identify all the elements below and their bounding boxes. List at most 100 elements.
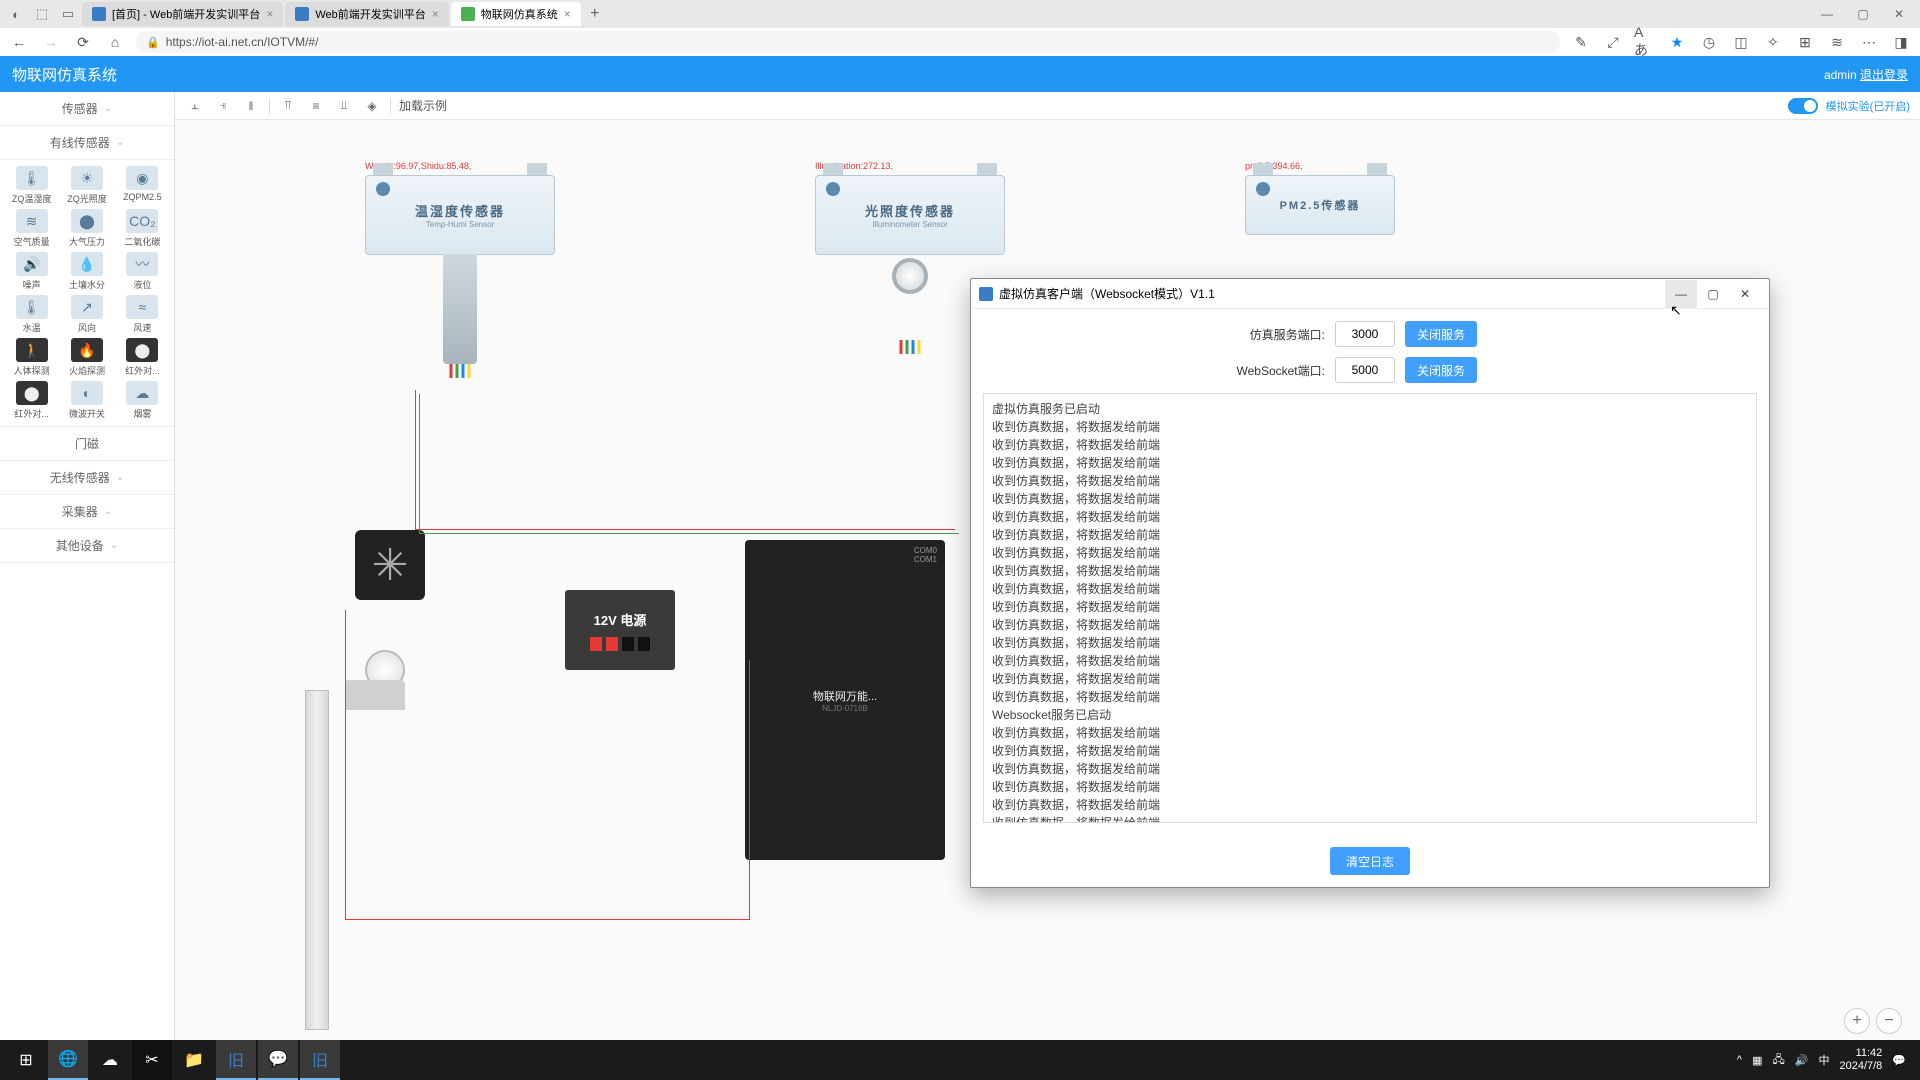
tray-people-icon[interactable]: ▦ <box>1752 1054 1762 1067</box>
sensor-item[interactable]: ☀ZQ光照度 <box>61 166 112 205</box>
modal-maximize-icon[interactable]: ▢ <box>1697 280 1729 308</box>
log-line: 收到仿真数据，将数据发给前端 <box>992 472 1748 490</box>
log-box[interactable]: 虚拟仿真服务已启动收到仿真数据，将数据发给前端收到仿真数据，将数据发给前端收到仿… <box>983 393 1757 823</box>
window-minimize-icon[interactable]: — <box>1810 7 1844 21</box>
refresh-icon[interactable]: ⟳ <box>72 31 94 53</box>
sensor-item[interactable]: ≈风速 <box>117 295 168 334</box>
sensor-item[interactable]: 🌡ZQ温湿度 <box>6 166 57 205</box>
tab-close-icon[interactable]: × <box>266 7 273 21</box>
device-illumination[interactable]: Illumination:272.13, 光照度传感器 Illuminomete… <box>815 175 1005 255</box>
more-icon[interactable]: ⋯ <box>1858 31 1880 53</box>
sensor-item[interactable]: CO₂二氧化碳 <box>117 209 168 248</box>
sensor-item[interactable]: ⬤大气压力 <box>61 209 112 248</box>
sync-icon[interactable]: ◷ <box>1698 31 1720 53</box>
logout-link[interactable]: 退出登录 <box>1860 68 1908 82</box>
sensor-item[interactable]: 🔥火焰探测 <box>61 338 112 377</box>
reader-icon[interactable]: Aあ <box>1634 31 1656 53</box>
sidebar-group-wired[interactable]: 有线传感器 ⌄ <box>0 126 174 160</box>
load-demo-button[interactable]: 加载示例 <box>399 97 447 114</box>
device-gateway[interactable]: 物联网万能... NLJD-0716B COM0COM1 <box>745 540 945 860</box>
browser-tab-2[interactable]: 物联网仿真系统 × <box>451 2 581 26</box>
url-input[interactable]: 🔒 https://iot-ai.net.cn/IOTVM/#/ <box>136 31 1560 53</box>
sensor-item[interactable]: 🌡水温 <box>6 295 57 334</box>
sensor-item[interactable]: ☁烟雾 <box>117 381 168 420</box>
sensor-item[interactable]: 💧土壤水分 <box>61 252 112 291</box>
window-close-icon[interactable]: ✕ <box>1882 7 1916 21</box>
tray-volume-icon[interactable]: 🔊 <box>1795 1054 1809 1067</box>
taskbar-cloud-icon[interactable]: ☁ <box>90 1040 130 1080</box>
sidebar-group-collector[interactable]: 采集器 ⌄ <box>0 495 174 529</box>
workspaces-icon[interactable]: ⬚ <box>30 2 54 26</box>
sensor-item[interactable]: ⬤红外对... <box>117 338 168 377</box>
tray-chevron-icon[interactable]: ^ <box>1737 1054 1742 1066</box>
sensor-item[interactable]: 🔊噪声 <box>6 252 57 291</box>
favorite-icon[interactable]: ★ <box>1666 31 1688 53</box>
tabs-icon[interactable]: ▭ <box>56 2 80 26</box>
device-pm25[interactable]: pm2.5:394.66, PM2.5传感器 <box>1245 175 1395 235</box>
sensor-item[interactable]: ◐微波开关 <box>61 381 112 420</box>
sensor-item[interactable]: ◉ZQPM2.5 <box>117 166 168 205</box>
taskbar-edge-icon[interactable]: 🌐 <box>48 1040 88 1080</box>
sim-port-input[interactable] <box>1335 321 1395 347</box>
align-left-icon[interactable]: ⫠ <box>185 96 205 116</box>
align-bottom-icon[interactable]: ⫫ <box>334 96 354 116</box>
tab-close-icon[interactable]: × <box>432 7 439 21</box>
edit-icon[interactable]: ✎ <box>1570 31 1592 53</box>
sensor-item[interactable]: ↗风向 <box>61 295 112 334</box>
zoom-in-button[interactable]: + <box>1844 1008 1870 1034</box>
device-temp-humid[interactable]: Wendu:96.97,Shidu:85.48, 温湿度传感器 Temp-Hum… <box>365 175 555 255</box>
taskbar-capcut-icon[interactable]: ✂ <box>132 1040 172 1080</box>
ws-port-close-button[interactable]: 关闭服务 <box>1405 357 1477 383</box>
sensor-item[interactable]: ≋空气质量 <box>6 209 57 248</box>
sensor-item[interactable]: 🚶人体探测 <box>6 338 57 377</box>
system-tray[interactable]: ^ ▦ 🖧 🔊 中 11:42 2024/7/8 💬 <box>1737 1047 1914 1073</box>
browser-tab-1[interactable]: Web前端开发实训平台 × <box>285 2 448 26</box>
zoom-out-button[interactable]: − <box>1876 1008 1902 1034</box>
window-maximize-icon[interactable]: ▢ <box>1846 7 1880 21</box>
sidebar-group-other[interactable]: 其他设备 ⌄ <box>0 529 174 563</box>
sim-port-close-button[interactable]: 关闭服务 <box>1405 321 1477 347</box>
browser-tab-0[interactable]: [首页] - Web前端开发实训平台 × <box>82 2 283 26</box>
sidebar-item-doorsensor[interactable]: 门磁 <box>0 426 174 461</box>
back-icon[interactable]: ← <box>8 31 30 53</box>
websocket-client-window[interactable]: 虚拟仿真客户端（Websocket模式）V1.1 — ▢ ✕ 仿真服务端口: 关… <box>970 278 1770 888</box>
home-icon[interactable]: ⌂ <box>104 31 126 53</box>
taskbar-app2-icon[interactable]: 旧 <box>216 1040 256 1080</box>
device-fan[interactable] <box>355 530 425 600</box>
tray-ime[interactable]: 中 <box>1818 1052 1829 1068</box>
tray-notifications-icon[interactable]: 💬 <box>1892 1054 1906 1067</box>
profile-icon[interactable]: ◐ <box>4 2 28 26</box>
sidebar-group-wireless[interactable]: 无线传感器 ⌄ <box>0 461 174 495</box>
ws-port-input[interactable] <box>1335 357 1395 383</box>
collections-icon[interactable]: ✧ <box>1762 31 1784 53</box>
performance-icon[interactable]: ≋ <box>1826 31 1848 53</box>
align-center-v-icon[interactable]: ≡ <box>306 96 326 116</box>
taskbar-wechat-icon[interactable]: 💬 <box>258 1040 298 1080</box>
align-center-h-icon[interactable]: ‖ <box>241 96 261 116</box>
align-top-icon[interactable]: ⫪ <box>278 96 298 116</box>
sensor-item[interactable]: 〰液位 <box>117 252 168 291</box>
clear-log-button[interactable]: 清空日志 <box>1330 847 1410 875</box>
runtime-toggle[interactable] <box>1788 98 1818 114</box>
sidebar-icon[interactable]: ◨ <box>1890 31 1912 53</box>
modal-minimize-icon[interactable]: — <box>1665 280 1697 308</box>
layers-icon[interactable]: ◈ <box>362 96 382 116</box>
tray-network-icon[interactable]: 🖧 <box>1773 1051 1785 1070</box>
new-tab-button[interactable]: + <box>583 5 607 23</box>
split-icon[interactable]: ◫ <box>1730 31 1752 53</box>
modal-close-icon[interactable]: ✕ <box>1729 280 1761 308</box>
start-icon[interactable]: ⊞ <box>6 1040 46 1080</box>
extensions-icon[interactable]: ⊞ <box>1794 31 1816 53</box>
tray-clock[interactable]: 11:42 2024/7/8 <box>1839 1047 1882 1073</box>
modal-titlebar[interactable]: 虚拟仿真客户端（Websocket模式）V1.1 — ▢ ✕ <box>971 279 1769 309</box>
align-right-icon[interactable]: ⫣ <box>213 96 233 116</box>
sensor-item[interactable]: ⬤红外对... <box>6 381 57 420</box>
device-psu[interactable]: 12V 电源 <box>565 590 675 670</box>
sidebar-group-sensors[interactable]: 传感器 ⌄ <box>0 92 174 126</box>
taskbar-app3-icon[interactable]: 旧 <box>300 1040 340 1080</box>
forward-icon[interactable]: → <box>40 31 62 53</box>
zoom-icon[interactable]: ⤢ <box>1602 31 1624 53</box>
tab-close-icon[interactable]: × <box>564 7 571 21</box>
sensor-icon: ⬤ <box>16 381 48 405</box>
taskbar-app1-icon[interactable]: 📁 <box>174 1040 214 1080</box>
